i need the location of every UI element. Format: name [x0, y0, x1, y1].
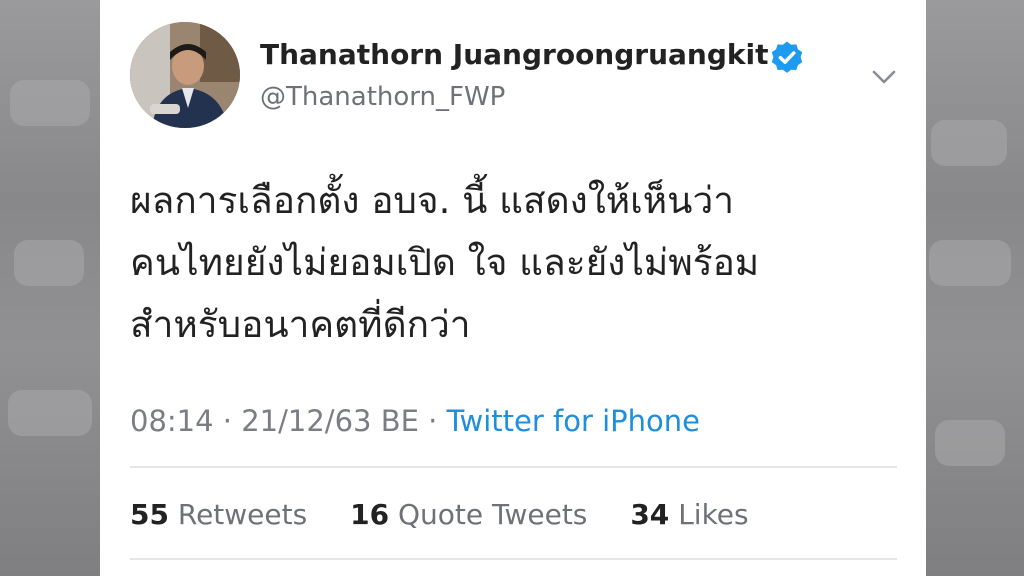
- tweet-text: ผลการเลือกตั้ง อบจ. นี้ แสดงให้เห็นว่า ค…: [130, 170, 910, 356]
- tweet-source-link[interactable]: Twitter for iPhone: [447, 404, 700, 438]
- tweet-line: ผลการเลือกตั้ง อบจ. นี้ แสดงให้เห็นว่า: [130, 179, 735, 222]
- blurred-shape: [10, 80, 90, 126]
- tweet-stats: 55 Retweets 16 Quote Tweets 34 Likes: [130, 498, 783, 531]
- avatar-photo: [130, 22, 240, 128]
- blurred-shape: [929, 240, 1011, 286]
- likes-stat[interactable]: 34 Likes: [630, 498, 748, 531]
- retweets-label: Retweets: [177, 498, 308, 531]
- avatar[interactable]: [130, 22, 240, 128]
- blurred-background-right: [919, 0, 1024, 576]
- likes-label: Likes: [678, 498, 749, 531]
- chevron-down-icon[interactable]: [870, 66, 898, 88]
- quote-tweets-count: 16: [350, 498, 390, 531]
- blurred-shape: [14, 240, 84, 286]
- quote-tweets-stat[interactable]: 16 Quote Tweets: [350, 498, 587, 531]
- blurred-shape: [8, 390, 92, 436]
- tweet-card: Thanathorn Juangroongruangkit @Thanathor…: [100, 0, 926, 576]
- tweet-line: สำหรับอนาคตที่ดีกว่า: [130, 303, 471, 346]
- display-name[interactable]: Thanathorn Juangroongruangkit: [260, 38, 769, 71]
- divider: [130, 558, 897, 560]
- blurred-background-left: [0, 0, 110, 576]
- likes-count: 34: [630, 498, 670, 531]
- blurred-shape: [931, 120, 1007, 166]
- tweet-meta: 08:14 · 21/12/63 BE · Twitter for iPhone: [130, 404, 700, 438]
- tweet-timestamp[interactable]: 08:14 · 21/12/63 BE ·: [130, 404, 447, 438]
- screenshot-stage: Thanathorn Juangroongruangkit @Thanathor…: [0, 0, 1024, 576]
- quote-tweets-label: Quote Tweets: [397, 498, 588, 531]
- retweets-stat[interactable]: 55 Retweets: [130, 498, 307, 531]
- user-handle[interactable]: @Thanathorn_FWP: [260, 82, 505, 112]
- divider: [130, 466, 897, 468]
- verified-badge-icon: [771, 41, 803, 73]
- tweet-line: คนไทยยังไม่ยอมเปิด ใจ และยังไม่พร้อม: [130, 241, 760, 284]
- retweets-count: 55: [130, 498, 169, 531]
- blurred-shape: [935, 420, 1005, 466]
